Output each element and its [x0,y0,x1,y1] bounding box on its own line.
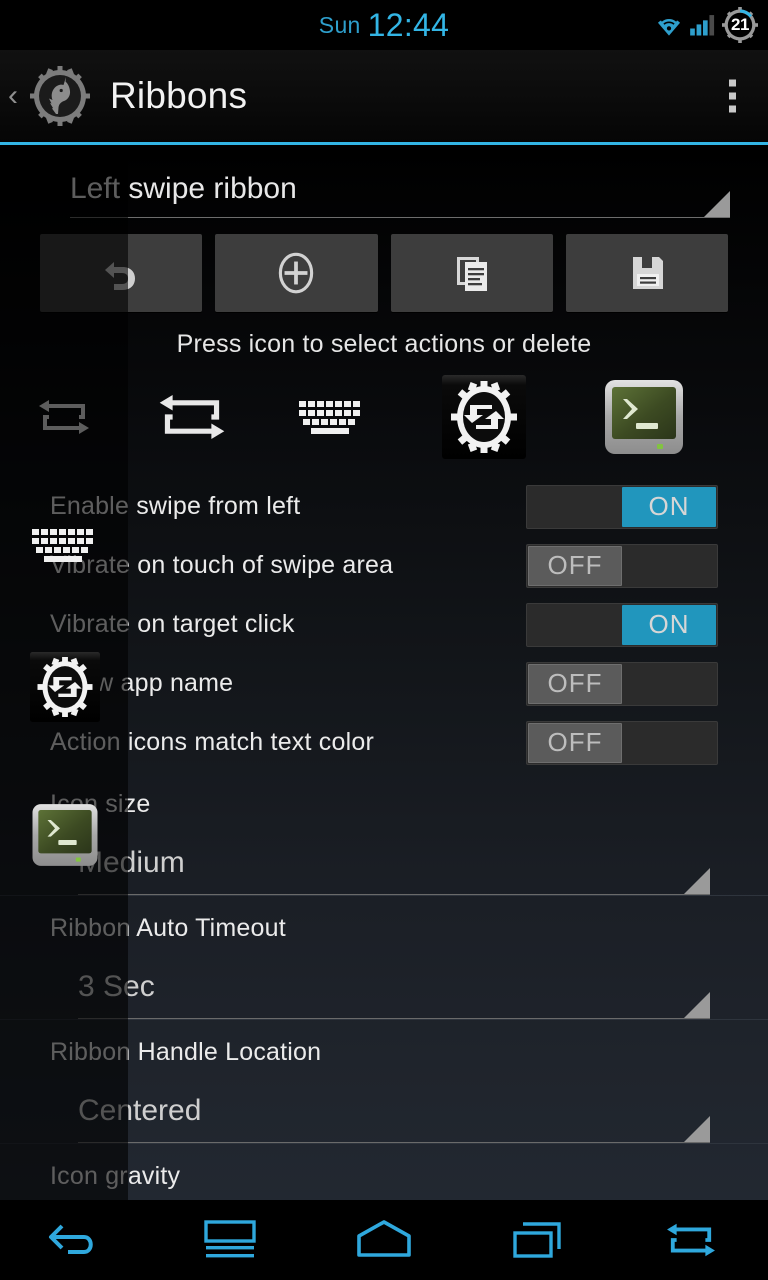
gear-sync-icon [442,375,526,459]
chevron-down-icon [684,1116,710,1142]
handle-location-spinner[interactable]: Centered [78,1087,710,1143]
action-icon-swap-large[interactable] [128,386,256,448]
setting-label: Action icons match text color [50,728,374,756]
chevron-down-icon [684,868,710,894]
nav-recents-button[interactable] [478,1200,598,1280]
save-floppy-icon [632,257,663,289]
ribbon-selector-value: Left swipe ribbon [70,172,297,205]
copy-icon [456,257,487,291]
setting-row-icon-size: Icon size [0,772,768,837]
page-title: Ribbons [110,75,248,116]
action-bar: ‹ Ribbons [0,50,768,145]
setting-label: Icon size [50,790,151,818]
toggle-vibrate-target[interactable]: ON [526,602,718,647]
setting-label: Show app name [50,669,234,697]
swap-icon-small [39,400,89,434]
settings-content: Left swipe ribbon Press icon to select a… [0,148,768,1200]
copy-button[interactable] [390,234,553,312]
settings-list: Enable swipe from left ON Vibrate on tou… [0,477,768,1200]
setting-row-icons-match-color[interactable]: Action icons match text color OFF [0,713,768,772]
save-button[interactable] [565,234,728,312]
keyboard-icon [299,401,360,434]
terminal-icon [605,380,683,454]
setting-label: Enable swipe from left [50,492,301,520]
spinner-underline [78,1142,710,1143]
plus-circle-icon [279,252,314,294]
overflow-menu-icon[interactable] [723,74,742,119]
spinner-underline [78,894,710,895]
battery-icon: 21 [720,5,760,45]
action-icon-terminal[interactable] [564,375,724,459]
handle-location-value: Centered [78,1094,202,1127]
up-navigation-icon[interactable]: ‹ [8,81,26,111]
auto-timeout-value: 3 Sec [78,970,155,1003]
action-icon-gear-sync[interactable] [404,375,564,459]
chevron-down-icon [704,191,730,217]
editor-toolbar [40,234,728,312]
android-screen: Sun 12:44 21 ‹ Ribbons Left swipe ribbon… [0,0,768,1280]
nav-home-button[interactable] [324,1200,444,1280]
navigation-bar [0,1200,768,1280]
recents-icon [512,1222,561,1258]
unicorn-gear-logo [30,66,90,126]
back-arrow-icon [48,1224,93,1254]
toggle-state-label: OFF [528,663,622,704]
toggle-state-label: ON [622,486,716,527]
setting-label: Ribbon Handle Location [50,1038,322,1066]
setting-row-vibrate-touch[interactable]: Vibrate on touch of swipe area OFF [0,536,768,595]
swap-arrows-icon [667,1223,716,1257]
add-button[interactable] [215,234,378,312]
setting-label: Vibrate on target click [50,610,295,638]
battery-level: 21 [731,15,749,34]
setting-label: Icon gravity [50,1162,181,1190]
action-icon-keyboard[interactable] [256,397,404,437]
status-day: Sun [318,11,361,38]
signal-icon [690,15,715,36]
nav-back-button[interactable] [17,1200,137,1280]
setting-row-icon-gravity[interactable]: Icon gravity [0,1144,768,1200]
auto-timeout-spinner[interactable]: 3 Sec [78,963,710,1019]
toggle-state-label: OFF [528,545,622,586]
toolbar-hint: Press icon to select actions or delete [176,330,592,358]
toggle-state-label: ON [622,604,716,645]
toggle-vibrate-touch[interactable]: OFF [526,543,718,588]
swap-icon-large [159,395,225,439]
chevron-down-icon [684,992,710,1018]
toggle-icons-match-color[interactable]: OFF [526,720,718,765]
setting-row-enable-swipe[interactable]: Enable swipe from left ON [0,477,768,536]
setting-label: Ribbon Auto Timeout [50,914,286,942]
setting-label: Vibrate on touch of swipe area [50,551,394,579]
icon-size-spinner[interactable]: Medium [78,839,710,895]
nav-menu-button[interactable] [170,1200,290,1280]
status-bar: Sun 12:44 21 [0,0,768,50]
icon-size-value: Medium [78,846,185,879]
setting-row-auto-timeout: Ribbon Auto Timeout [0,896,768,961]
setting-row-vibrate-target[interactable]: Vibrate on target click ON [0,595,768,654]
wifi-icon [657,17,681,36]
setting-row-show-app-name[interactable]: Show app name OFF [0,654,768,713]
action-icon-strip [0,371,768,463]
toggle-show-app-name[interactable]: OFF [526,661,718,706]
action-icon-swap-small[interactable] [0,393,128,441]
undo-icon [105,262,136,290]
toggle-state-label: OFF [528,722,622,763]
undo-button[interactable] [40,234,203,312]
status-icons: 21 [652,4,760,46]
setting-row-handle-location: Ribbon Handle Location [0,1020,768,1085]
spinner-underline [78,1018,710,1019]
spinner-underline [70,217,730,218]
nav-swap-button[interactable] [631,1200,751,1280]
menu-icon [204,1220,257,1258]
home-icon [357,1220,411,1257]
toggle-enable-swipe[interactable]: ON [526,484,718,529]
status-time: 12:44 [367,6,450,43]
ribbon-selector-spinner[interactable]: Left swipe ribbon [70,166,730,218]
